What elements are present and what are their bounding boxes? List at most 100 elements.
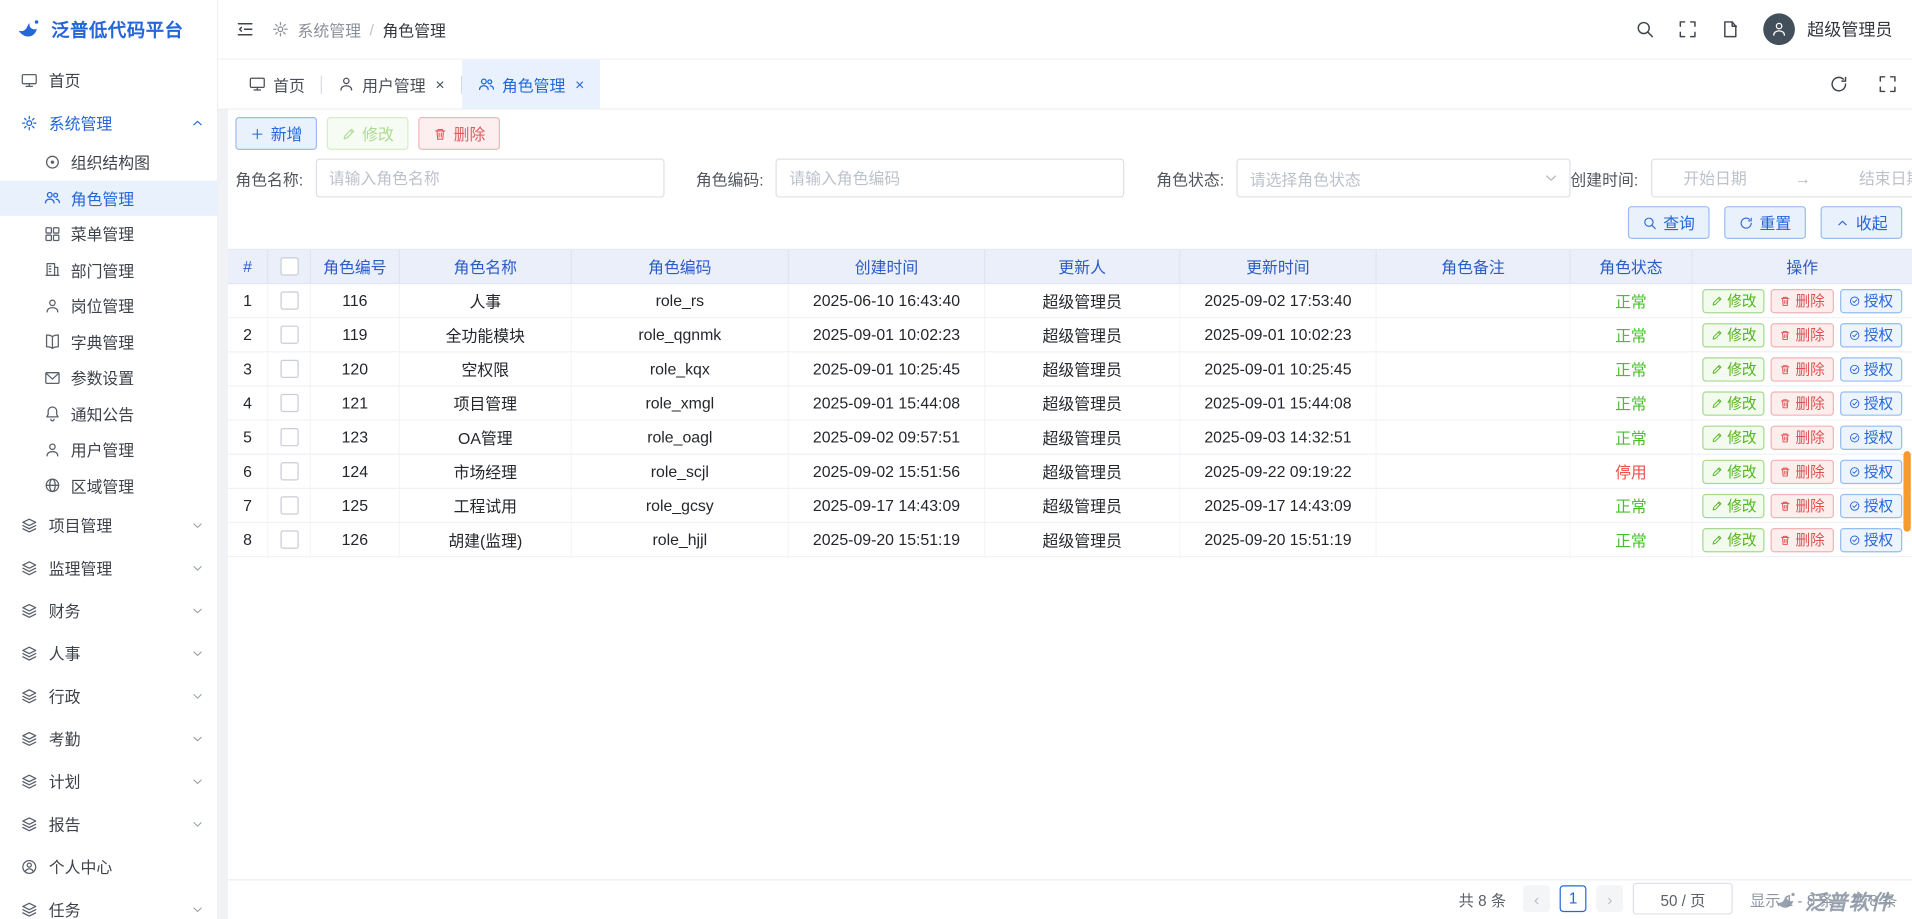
sidebar-item-finance[interactable]: 财务 [0,589,217,632]
tab-role-mgmt[interactable]: 角色管理× [462,60,601,109]
collapse-sidebar-icon[interactable] [235,20,255,40]
pencil-icon [1711,329,1723,341]
row-checkbox[interactable] [280,530,298,548]
row-grant-button[interactable]: 授权 [1839,357,1901,381]
row-edit-button[interactable]: 修改 [1703,391,1765,415]
sidebar-item-attendance[interactable]: 考勤 [0,717,217,760]
user-name[interactable]: 超级管理员 [1807,17,1892,41]
sidebar-item-plan[interactable]: 计划 [0,760,217,803]
row-edit-button[interactable]: 修改 [1703,357,1765,381]
row-checkbox[interactable] [280,291,298,309]
sidebar-subitem-post[interactable]: 岗位管理 [0,288,217,324]
reset-button[interactable]: 重置 [1724,206,1806,239]
row-grant-button[interactable]: 授权 [1839,323,1901,347]
row-grant-button[interactable]: 授权 [1839,425,1901,449]
row-edit-button[interactable]: 修改 [1703,288,1765,312]
row-checkbox[interactable] [280,360,298,378]
row-grant-button[interactable]: 授权 [1839,459,1901,483]
sidebar-subitem-label: 用户管理 [71,438,134,461]
row-grant-button[interactable]: 授权 [1839,527,1901,551]
row-edit-button[interactable]: 修改 [1703,527,1765,551]
next-page-button[interactable]: › [1596,885,1623,912]
sidebar-subitem-org-chart[interactable]: 组织结构图 [0,144,217,180]
row-delete-button[interactable]: 删除 [1771,459,1833,483]
sidebar-item-report[interactable]: 报告 [0,802,217,845]
row-delete-button[interactable]: 删除 [1771,425,1833,449]
row-delete-label: 删除 [1796,393,1825,414]
updated-time: 2025-09-01 10:25:45 [1180,352,1376,385]
breadcrumb-section[interactable]: 系统管理 [298,18,361,41]
sidebar-subitem-user[interactable]: 用户管理 [0,432,217,468]
sidebar-item-task[interactable]: 任务 [0,888,217,919]
start-date-input[interactable] [1661,168,1768,189]
date-range-picker[interactable]: → [1650,159,1912,198]
sidebar-item-home[interactable]: 首页 [0,59,217,102]
prev-page-button[interactable]: ‹ [1523,885,1550,912]
search-button[interactable]: 查询 [1628,206,1710,239]
sidebar-item-supervision[interactable]: 监理管理 [0,546,217,589]
column-header: 角色备注 [1377,250,1571,283]
sidebar-item-personal[interactable]: 个人中心 [0,845,217,888]
row-checkbox[interactable] [280,496,298,514]
fullscreen-icon[interactable] [1678,20,1698,40]
role-name-input[interactable] [315,159,664,198]
sidebar-subitem-dict[interactable]: 字典管理 [0,324,217,360]
search-icon[interactable] [1635,20,1655,40]
sidebar-item-hr[interactable]: 人事 [0,632,217,675]
sidebar-item-admin[interactable]: 行政 [0,674,217,717]
row-checkbox[interactable] [280,462,298,480]
row-checkbox[interactable] [280,394,298,412]
row-edit-button[interactable]: 修改 [1703,493,1765,517]
scrollbar-thumb[interactable] [1903,451,1910,531]
row-grant-button[interactable]: 授权 [1839,493,1901,517]
document-icon[interactable] [1721,20,1741,40]
row-grant-button[interactable]: 授权 [1839,391,1901,415]
row-grant-button[interactable]: 授权 [1839,288,1901,312]
tab-home[interactable]: 首页 [233,60,321,109]
row-edit-button[interactable]: 修改 [1703,459,1765,483]
tab-close-icon[interactable]: × [435,75,444,93]
tab-user-mgmt[interactable]: 用户管理× [322,60,461,109]
row-delete-label: 删除 [1796,461,1825,482]
sidebar-item-system[interactable]: 系统管理 [0,101,217,144]
select-all-checkbox[interactable] [280,257,298,275]
sidebar-subitem-label: 通知公告 [71,402,134,425]
sidebar-subitem-role[interactable]: 角色管理 [0,180,217,216]
row-checkbox[interactable] [280,326,298,344]
role-status: 正常 [1571,489,1693,522]
fullscreen-icon[interactable] [1878,74,1898,94]
delete-button[interactable]: 删除 [418,117,500,150]
role-status: 正常 [1571,421,1693,454]
row-delete-button[interactable]: 删除 [1771,357,1833,381]
sidebar-subitem-param[interactable]: 参数设置 [0,360,217,396]
sidebar-subitem-notice[interactable]: 通知公告 [0,396,217,432]
add-button[interactable]: 新增 [235,117,317,150]
row-checkbox-cell [268,352,311,385]
edit-button[interactable]: 修改 [327,117,409,150]
sidebar-subitem-dept[interactable]: 部门管理 [0,252,217,288]
end-date-input[interactable] [1837,168,1912,189]
row-delete-button[interactable]: 删除 [1771,288,1833,312]
page-scrollbar[interactable] [1902,0,1912,919]
row-delete-button[interactable]: 删除 [1771,391,1833,415]
sidebar-subitem-menu[interactable]: 菜单管理 [0,216,217,252]
table-row: 7125工程试用role_gcsy2025-09-17 14:43:09超级管理… [228,489,1912,523]
row-edit-button[interactable]: 修改 [1703,323,1765,347]
page-size-select[interactable]: 50 / 页 [1633,883,1733,915]
pagination-total: 共 8 条 [1459,887,1506,910]
row-edit-button[interactable]: 修改 [1703,425,1765,449]
current-page-button[interactable]: 1 [1560,885,1587,912]
sidebar-item-project[interactable]: 项目管理 [0,504,217,547]
row-delete-button[interactable]: 删除 [1771,493,1833,517]
row-checkbox[interactable] [280,428,298,446]
avatar[interactable] [1763,13,1795,45]
row-delete-button[interactable]: 删除 [1771,323,1833,347]
row-delete-button[interactable]: 删除 [1771,527,1833,551]
role-status-select[interactable]: 请选择角色状态 [1236,159,1570,198]
collapse-filters-button[interactable]: 收起 [1821,206,1903,239]
sidebar-subitem-region[interactable]: 区域管理 [0,468,217,504]
role-code-input[interactable] [776,159,1125,198]
refresh-icon[interactable] [1829,74,1849,94]
tab-close-icon[interactable]: × [575,75,584,93]
gear-icon [272,21,289,38]
